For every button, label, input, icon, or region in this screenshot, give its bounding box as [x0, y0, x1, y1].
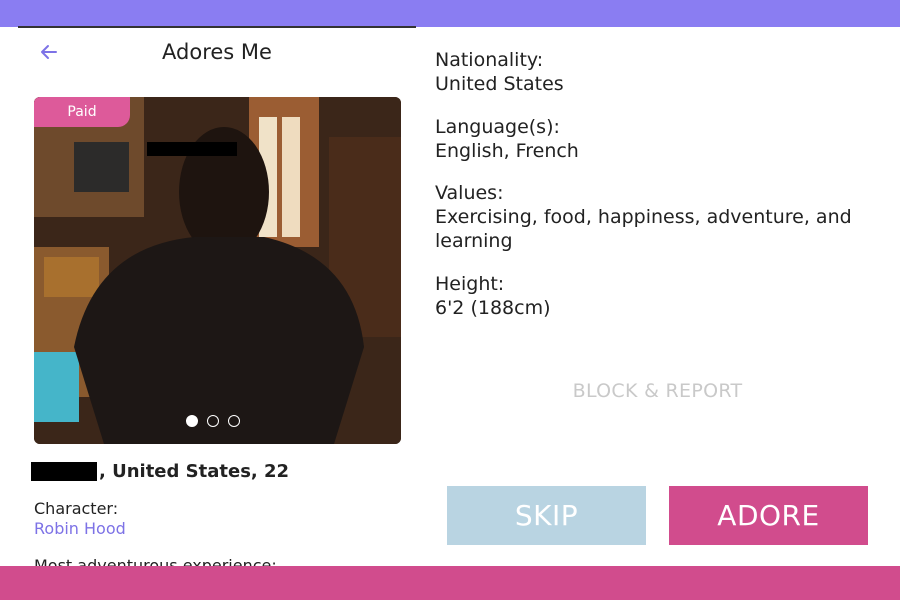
profile-photo[interactable]: Paid — [34, 97, 401, 444]
photo-dot[interactable] — [228, 415, 240, 427]
detail-value: United States — [435, 73, 564, 95]
photo-pager — [186, 415, 240, 427]
detail-values: Values: Exercising, food, happiness, adv… — [435, 181, 865, 253]
skip-button[interactable]: SKIP — [447, 486, 646, 545]
redacted-name — [31, 462, 97, 481]
character-label: Character: — [34, 499, 119, 518]
bottom-band — [0, 566, 900, 600]
detail-label: Nationality: — [435, 49, 544, 71]
detail-label: Language(s): — [435, 116, 560, 138]
detail-value: 6'2 (188cm) — [435, 297, 551, 319]
photo-image — [34, 97, 401, 444]
page-title: Adores Me — [162, 40, 272, 64]
block-report-link[interactable]: BLOCK & REPORT — [540, 380, 775, 402]
detail-languages: Language(s): English, French — [435, 115, 579, 163]
character-value[interactable]: Robin Hood — [34, 519, 126, 538]
paid-badge: Paid — [34, 97, 130, 127]
top-band — [0, 0, 900, 27]
detail-value: Exercising, food, happiness, adventure, … — [435, 206, 852, 252]
photo-dot[interactable] — [186, 415, 198, 427]
detail-value: English, French — [435, 140, 579, 162]
detail-label: Values: — [435, 182, 504, 204]
header-divider — [18, 26, 416, 28]
detail-label: Height: — [435, 273, 505, 295]
photo-dot[interactable] — [207, 415, 219, 427]
adore-button[interactable]: ADORE — [669, 486, 868, 545]
profile-location-age: , United States, 22 — [99, 461, 290, 482]
profile-name-line: , United States, 22 — [31, 461, 289, 482]
detail-nationality: Nationality: United States — [435, 48, 564, 96]
detail-height: Height: 6'2 (188cm) — [435, 272, 550, 320]
